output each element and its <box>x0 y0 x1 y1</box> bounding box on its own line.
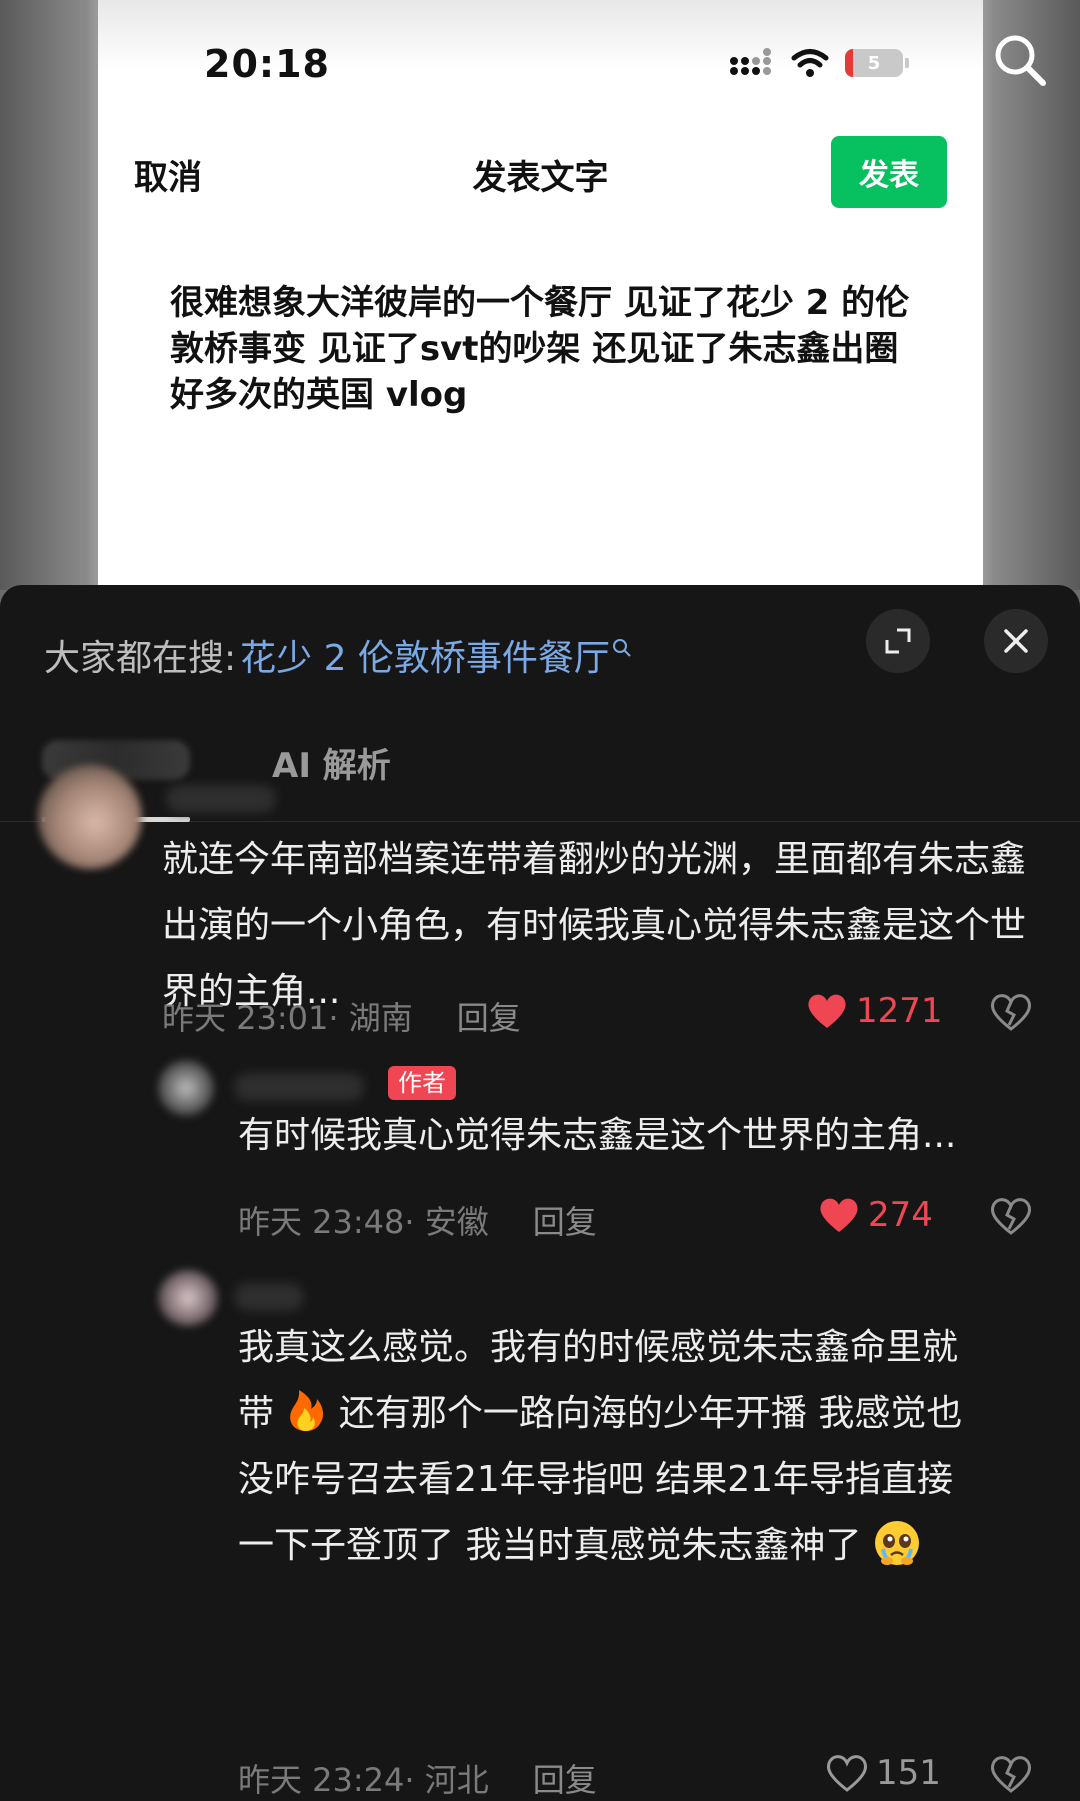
comment-meta: 昨天 23:24· 河北 回复 <box>238 1755 597 1801</box>
heart-filled-icon <box>820 1198 858 1232</box>
like-button[interactable]: 274 <box>818 1195 933 1235</box>
like-count: 151 <box>876 1753 941 1793</box>
comment-text: 我真这么感觉。我有的时候感觉朱志鑫命里就 带 还有那个一路向海的少年开播 我感觉… <box>238 1315 1058 1579</box>
reply-button[interactable]: 回复 <box>457 993 521 1039</box>
heart-outline-icon <box>826 1755 868 1792</box>
comment-meta: 昨天 23:01· 湖南 回复 <box>162 993 521 1039</box>
comment-text-line: 我真这么感觉。我有的时候感觉朱志鑫命里就 <box>238 1327 959 1368</box>
search-small-icon <box>612 638 632 663</box>
tab-ai-analysis[interactable]: AI 解析 <box>272 738 391 787</box>
battery-level: 5 <box>867 52 881 74</box>
dislike-button[interactable] <box>990 1755 1032 1797</box>
comment-tabs: AI 解析 <box>0 700 1080 822</box>
expand-button[interactable] <box>866 609 930 673</box>
comment-username[interactable] <box>166 785 276 813</box>
comment-time-location: 昨天 23:24· 河北 <box>238 1761 489 1799</box>
publish-button[interactable]: 发表 <box>831 136 947 208</box>
comment-time-location: 昨天 23:01· 湖南 <box>162 999 413 1037</box>
comment-meta: 昨天 23:48· 安徽 回复 <box>238 1197 597 1243</box>
search-icon <box>995 35 1046 86</box>
close-icon <box>1004 629 1028 653</box>
comment-text-segment: 带 <box>238 1393 275 1434</box>
comment-text-line: 带 还有那个一路向海的少年开播 我感觉也 <box>238 1381 1058 1447</box>
comment-text-line: 一下子登顶了 我当时真感觉朱志鑫神了 <box>238 1513 1058 1579</box>
comment-text: 有时候我真心觉得朱志鑫是这个世界的主角... <box>238 1115 957 1156</box>
post-editor-screenshot: 20:18 5 取消 发表文字 发表 很难想象大洋彼岸的一个餐厅 见证了花少 2… <box>98 0 983 590</box>
like-count: 274 <box>868 1195 933 1235</box>
reply-button[interactable]: 回复 <box>533 1197 597 1243</box>
avatar[interactable] <box>158 1270 218 1326</box>
status-time: 20:18 <box>204 42 330 86</box>
teary-face-emoji-icon <box>874 1521 919 1565</box>
comment-username[interactable] <box>234 1283 304 1311</box>
search-button[interactable] <box>988 28 1052 92</box>
author-badge: 作者 <box>388 1066 456 1100</box>
editor-nav-bar: 取消 发表文字 发表 <box>98 130 983 210</box>
heart-filled-icon <box>808 994 846 1028</box>
battery-tip <box>905 58 909 68</box>
hot-search-label: 大家都在搜: <box>44 638 237 679</box>
battery-icon: 5 <box>845 49 903 77</box>
comment-text-segment: 还有那个一路向海的少年开播 我感觉也 <box>338 1393 963 1434</box>
comment-time-location: 昨天 23:48· 安徽 <box>238 1203 489 1241</box>
status-bar: 20:18 5 <box>98 0 983 120</box>
reply-button[interactable]: 回复 <box>533 1755 597 1801</box>
comment-username[interactable] <box>234 1073 364 1101</box>
broken-heart-icon <box>990 1756 1032 1793</box>
hot-search-row[interactable]: 大家都在搜: 花少 2 伦敦桥事件餐厅 <box>44 625 632 685</box>
like-button[interactable]: 151 <box>826 1753 941 1793</box>
like-button[interactable]: 1271 <box>806 991 943 1031</box>
broken-heart-icon <box>990 994 1032 1031</box>
signal-icon <box>730 48 771 75</box>
comment-sheet: 大家都在搜: 花少 2 伦敦桥事件餐厅 AI 解析 就连今年南部档案连带着翻炒的… <box>0 585 1080 1801</box>
broken-heart-icon <box>990 1198 1032 1235</box>
like-count: 1271 <box>856 991 943 1031</box>
dislike-button[interactable] <box>990 1197 1032 1239</box>
dislike-button[interactable] <box>990 993 1032 1035</box>
fire-emoji-icon <box>290 1390 324 1431</box>
wifi-icon <box>791 49 829 77</box>
comment-text-segment: 一下子登顶了 我当时真感觉朱志鑫神了 <box>238 1525 862 1566</box>
close-button[interactable] <box>984 609 1048 673</box>
hot-search-link[interactable]: 花少 2 伦敦桥事件餐厅 <box>240 629 610 681</box>
expand-icon <box>885 628 911 654</box>
avatar[interactable] <box>158 1060 214 1116</box>
avatar[interactable] <box>38 765 142 869</box>
comment-text-line: 没咋号召去看21年导指吧 结果21年导指直接 <box>238 1459 954 1500</box>
post-text: 很难想象大洋彼岸的一个餐厅 见证了花少 2 的伦敦桥事变 见证了svt的吵架 还… <box>170 283 910 415</box>
